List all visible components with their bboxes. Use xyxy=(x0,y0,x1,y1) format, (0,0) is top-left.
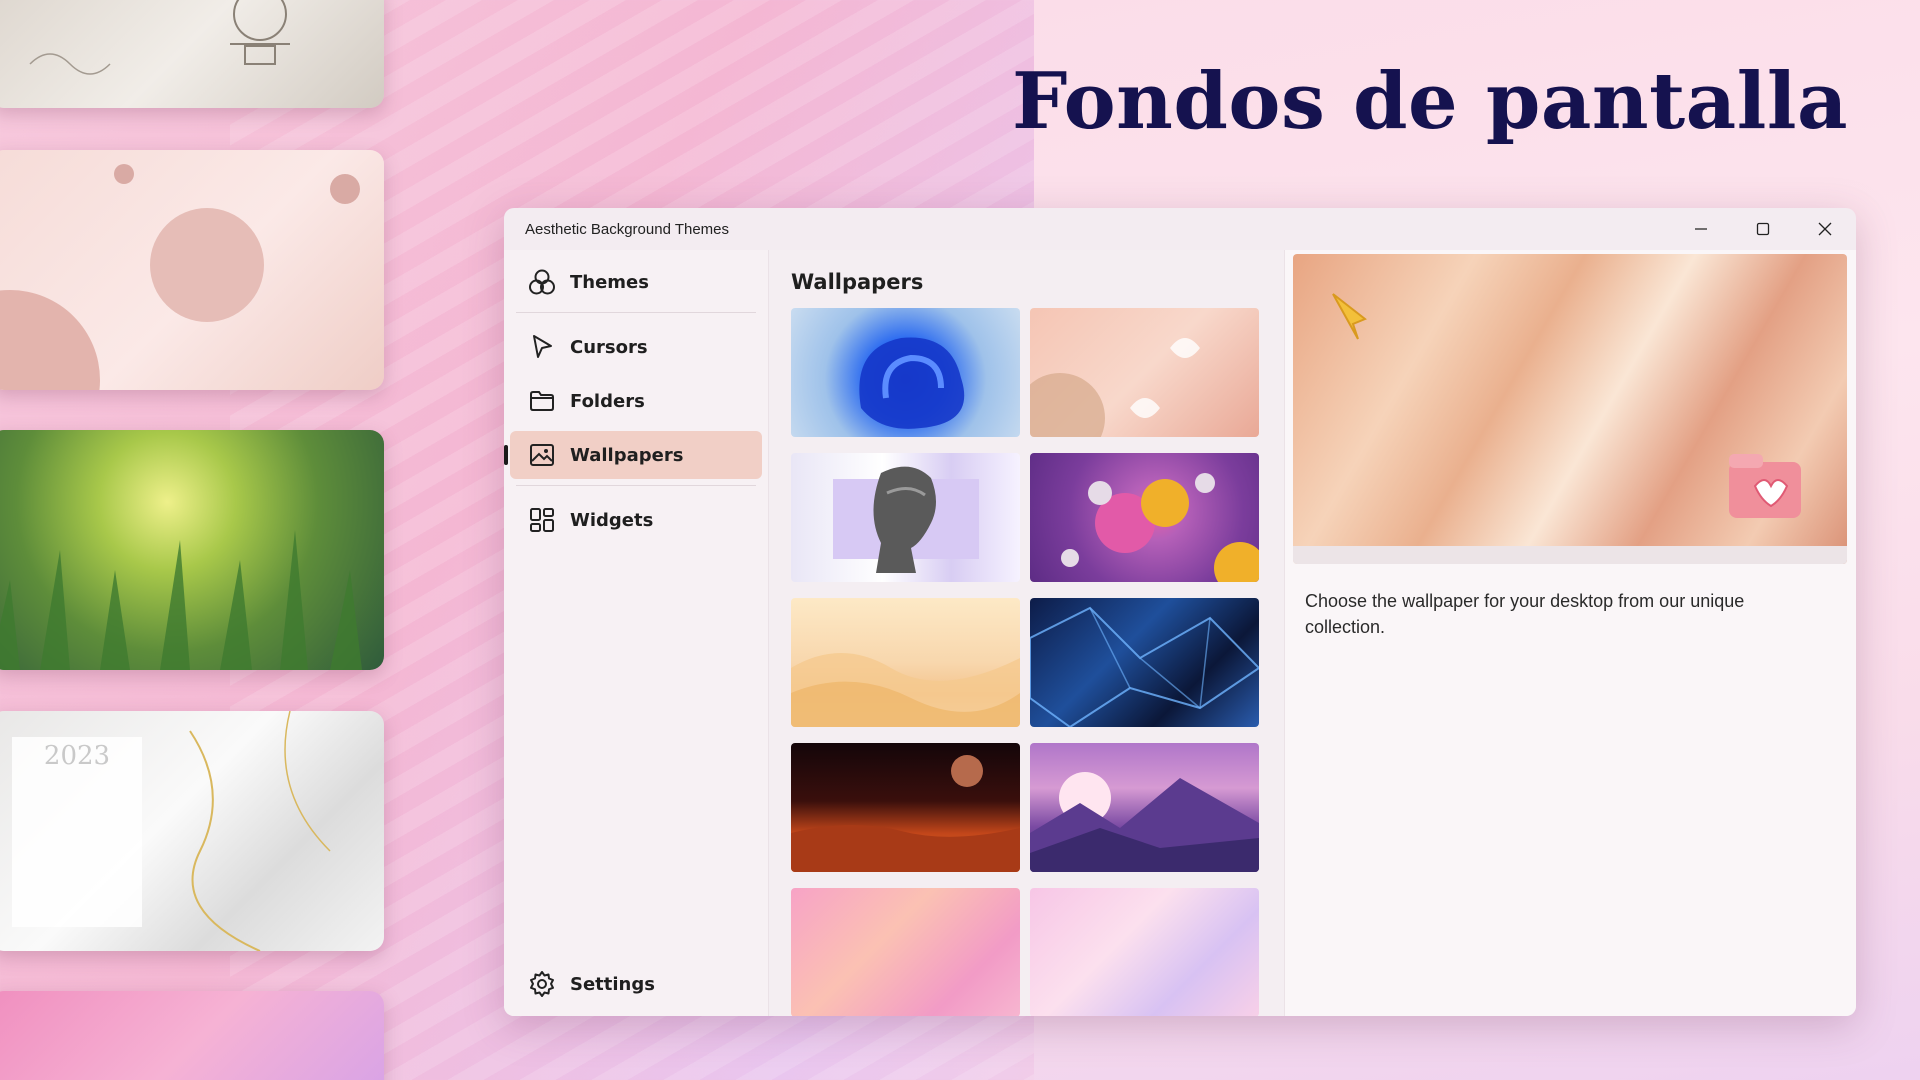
app-window: Aesthetic Background Themes Themes Curso… xyxy=(504,208,1856,1016)
wallpaper-thumbnail-blue-crystal[interactable] xyxy=(1030,598,1259,727)
wallpaper-thumbnail-purple-mountains[interactable] xyxy=(1030,743,1259,872)
preview-card-marble-calendar: 2023 xyxy=(0,711,384,951)
minimize-button[interactable] xyxy=(1670,208,1732,250)
title-bar: Aesthetic Background Themes xyxy=(504,208,1856,250)
wallpaper-thumbnail-mars-desert[interactable] xyxy=(791,743,1020,872)
sidebar-item-wallpapers[interactable]: Wallpapers xyxy=(504,431,762,479)
wallpaper-thumbnail-peach-leaves[interactable] xyxy=(1030,308,1259,437)
wallpaper-grid xyxy=(791,308,1284,1016)
wallpaper-thumbnail-blue-bloom[interactable] xyxy=(791,308,1020,437)
image-icon xyxy=(530,444,554,466)
crystal-art xyxy=(1030,606,1259,727)
spheres-art xyxy=(1061,473,1259,582)
sidebar-item-folders[interactable]: Folders xyxy=(510,377,762,425)
nav-divider xyxy=(516,485,756,486)
sidebar-item-label: Settings xyxy=(570,973,655,995)
minimize-icon xyxy=(1695,228,1707,230)
window-title: Aesthetic Background Themes xyxy=(525,220,730,238)
grass-art xyxy=(0,530,362,670)
abstract-dot xyxy=(114,164,134,184)
preview-card-grass xyxy=(0,430,384,670)
wallpaper-thumbnail-sand-waves[interactable] xyxy=(791,598,1020,727)
detail-pane: Choose the wallpaper for your desktop fr… xyxy=(1284,250,1856,1016)
maximize-button[interactable] xyxy=(1732,208,1794,250)
leaves-art xyxy=(1030,338,1200,437)
page-headline: Fondos de pantalla xyxy=(1012,56,1848,147)
wallpaper-thumbnail-statue[interactable] xyxy=(791,453,1020,582)
cursor-icon xyxy=(533,335,552,358)
sidebar-nav: Themes Cursors Folders Wallpapers Widget… xyxy=(504,250,768,1016)
cursor-preview-icon xyxy=(1332,293,1367,340)
nav-divider xyxy=(516,312,756,313)
wallpaper-thumbnail-pink-marble[interactable] xyxy=(791,888,1020,1016)
maximize-icon xyxy=(1756,222,1770,236)
close-button[interactable] xyxy=(1794,208,1856,250)
waves-art xyxy=(791,653,1020,727)
nav-footer: Settings xyxy=(510,960,762,1008)
statue-art xyxy=(833,466,979,573)
mountains-art xyxy=(1030,772,1259,872)
sidebar-item-label: Themes xyxy=(570,271,649,293)
preview-strip xyxy=(1293,546,1847,564)
folder-icon xyxy=(530,391,554,411)
sidebar-item-label: Cursors xyxy=(570,336,648,358)
panel-heading: Wallpapers xyxy=(791,270,924,294)
abstract-circle xyxy=(0,290,100,390)
abstract-circle xyxy=(150,208,264,322)
sidebar-item-widgets[interactable]: Widgets xyxy=(510,496,762,544)
abstract-dot xyxy=(330,174,360,204)
sidebar-item-label: Wallpapers xyxy=(570,444,684,466)
wallpaper-description: Choose the wallpaper for your desktop fr… xyxy=(1305,591,1745,637)
bloom-art xyxy=(859,337,965,429)
preview-card-pink-abstract xyxy=(0,150,384,390)
mars-art xyxy=(791,755,1020,872)
wallpapers-panel: Wallpapers xyxy=(768,250,1284,1016)
themes-icon xyxy=(529,269,555,295)
preview-card-pink-gradient xyxy=(0,991,384,1080)
sidebar-item-settings[interactable]: Settings xyxy=(510,960,762,1008)
sidebar-item-cursors[interactable]: Cursors xyxy=(510,323,762,371)
close-icon xyxy=(1818,222,1832,236)
wallpaper-preview xyxy=(1293,254,1847,564)
wallpaper-thumbnail-pastel-holo[interactable] xyxy=(1030,888,1259,1016)
window-controls xyxy=(1670,208,1856,250)
sidebar-item-label: Widgets xyxy=(570,509,654,531)
preview-art xyxy=(1332,293,1801,518)
preview-card-sketch xyxy=(0,0,384,108)
widgets-icon xyxy=(530,508,554,532)
marble-veins xyxy=(189,711,331,951)
wallpaper-thumbnail-spheres[interactable] xyxy=(1030,453,1259,582)
sidebar-item-label: Folders xyxy=(570,390,645,412)
sketch-art xyxy=(29,0,290,75)
sidebar-item-themes[interactable]: Themes xyxy=(510,258,762,306)
gear-icon xyxy=(530,971,554,997)
